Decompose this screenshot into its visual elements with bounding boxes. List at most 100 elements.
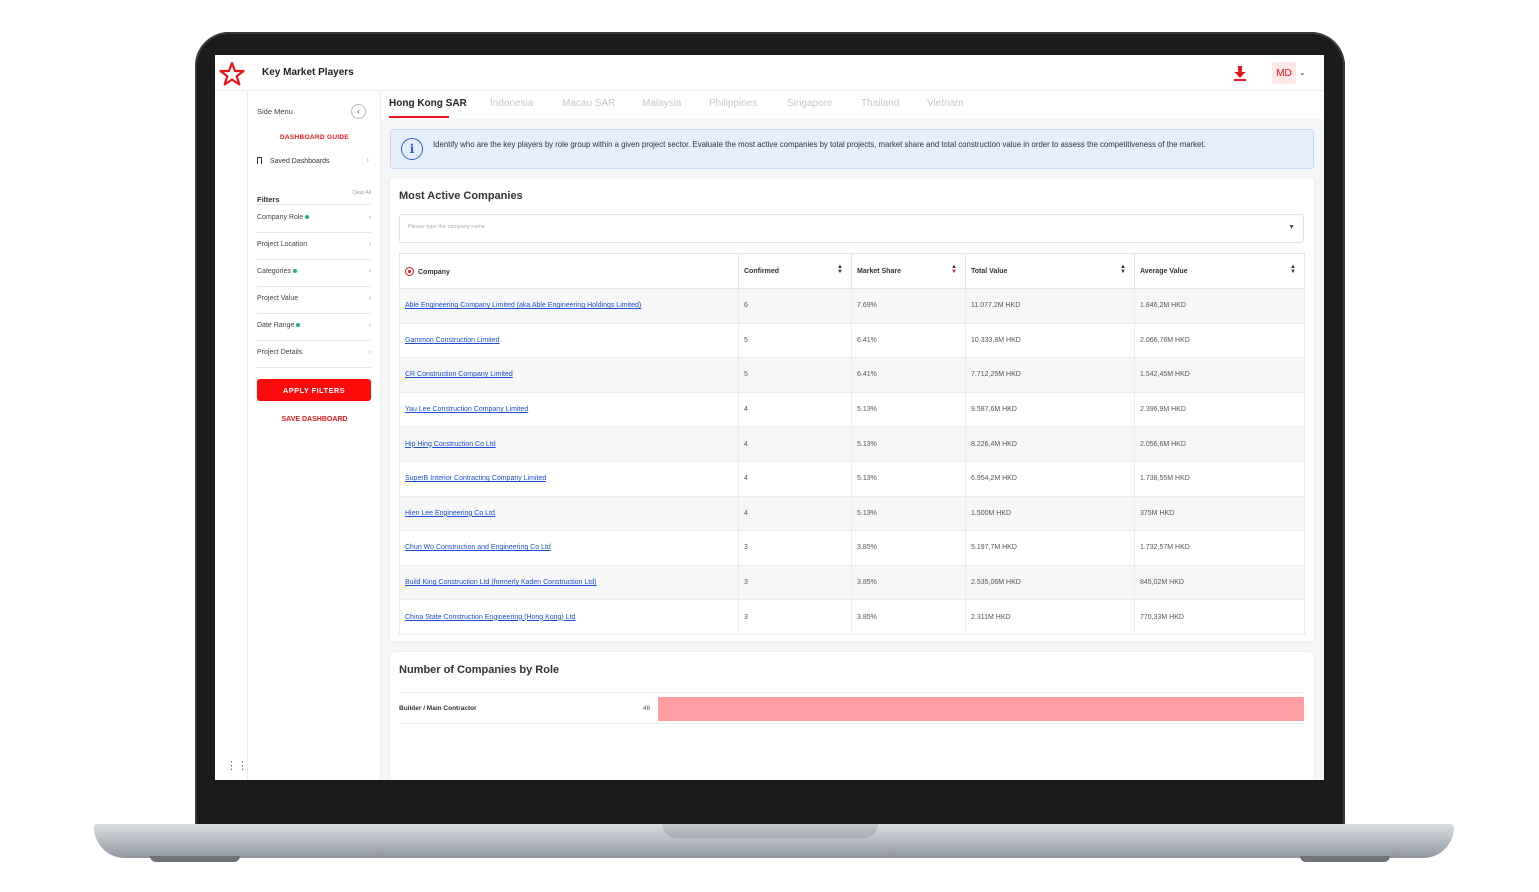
column-market-share[interactable]: Market Share ▲ ▼ <box>851 253 966 289</box>
filter-project-value[interactable]: Project Value › <box>257 287 371 314</box>
tab-vietnam[interactable]: Vietnam <box>927 98 964 109</box>
filter-company-role[interactable]: Company Role › <box>257 206 371 233</box>
tab-philippines[interactable]: Philippines <box>709 98 757 109</box>
filter-label: Categories <box>257 268 291 275</box>
collapse-chevron-left-icon[interactable]: ‹ <box>351 104 366 119</box>
table-cell: 3 <box>738 599 852 635</box>
company-search-input[interactable] <box>408 224 1268 230</box>
active-tab-indicator <box>389 116 449 118</box>
saved-dashboards-label: Saved Dashboards <box>270 158 330 165</box>
table-row: CR Construction Company Limited 5 6.41% 7.7… <box>399 357 1305 393</box>
country-tabs: Hong Kong SAR Indonesia Macau SAR Malays… <box>381 91 1324 119</box>
table-row: Chun Wo Construction and Engineering Co … <box>399 530 1305 566</box>
table-cell: 2.056,6M HKD <box>1134 426 1305 462</box>
company-link[interactable]: Hien Lee Engineering Co Ltd <box>405 510 495 517</box>
tab-indonesia[interactable]: Indonesia <box>490 98 533 109</box>
filters-header: Filters Clear All <box>257 189 371 205</box>
chevron-right-icon: › <box>368 268 371 275</box>
laptop-foot-left <box>150 856 240 862</box>
sort-icon[interactable]: ▲ ▼ <box>1120 264 1126 275</box>
top-bar: Key Market Players MD ⌄ <box>215 55 1324 91</box>
sort-icon[interactable]: ▲ ▼ <box>1290 264 1296 275</box>
main-content: Hong Kong SAR Indonesia Macau SAR Malays… <box>381 91 1324 780</box>
tab-hong-kong-sar[interactable]: Hong Kong SAR <box>389 98 467 109</box>
table-cell: 3.85% <box>851 530 966 566</box>
filter-label: Company Role <box>257 214 304 221</box>
table-cell: 1.738,55M HKD <box>1134 460 1305 497</box>
company-search-select[interactable]: ▼ <box>399 214 1304 243</box>
table-cell: 1.846,2M HKD <box>1134 288 1305 324</box>
table-cell: 4 <box>738 391 852 428</box>
table-cell: Gammon Construction Limited <box>399 322 739 359</box>
sort-icon[interactable]: ▲ ▼ <box>837 264 843 275</box>
table-cell: 375M HKD <box>1134 495 1305 532</box>
column-confirmed[interactable]: Confirmed ▲ ▼ <box>738 253 852 289</box>
company-link[interactable]: Gammon Construction Limited <box>405 337 500 344</box>
table-cell: 5 <box>738 322 852 359</box>
dashboard-guide-link[interactable]: DASHBOARD GUIDE <box>248 134 381 141</box>
sort-icon[interactable]: ▲ ▼ <box>951 264 957 275</box>
star-logo-icon[interactable] <box>219 61 245 87</box>
apply-filters-button[interactable]: APPLY FILTERS <box>257 379 371 401</box>
chevron-right-icon: › <box>368 295 371 302</box>
table-row: SuperB Interior Contracting Company Limi… <box>399 460 1305 497</box>
table-cell: 4 <box>738 426 852 462</box>
column-average-value-label: Average Value <box>1140 267 1188 275</box>
table-cell: Chun Wo Construction and Engineering Co … <box>399 530 739 566</box>
laptop-notch <box>662 824 878 838</box>
info-text: Identify who are the key players by role… <box>433 140 1206 149</box>
company-link[interactable]: SuperB Interior Contracting Company Limi… <box>405 475 546 482</box>
filters-label: Filters <box>257 195 280 204</box>
save-dashboard-button[interactable]: SAVE DASHBOARD <box>248 416 381 423</box>
table-cell: 6.954,2M HKD <box>965 460 1135 497</box>
table-cell: 3 <box>738 564 852 601</box>
company-link[interactable]: Build King Construction Ltd (formerly Ka… <box>405 579 596 586</box>
column-company[interactable]: Company <box>399 253 739 289</box>
table-cell: 11.077,2M HKD <box>965 288 1135 324</box>
column-average-value[interactable]: Average Value ▲ ▼ <box>1134 253 1305 289</box>
table-cell: 770,33M HKD <box>1134 599 1305 635</box>
app-screen: Key Market Players MD ⌄ ⋮⋮⋮ Side Menu ‹ … <box>215 55 1324 780</box>
tab-malaysia[interactable]: Malaysia <box>642 98 681 109</box>
table-cell: Hip Hing Construction Co Ltd <box>399 426 739 462</box>
filter-date-range[interactable]: Date Range › <box>257 314 371 341</box>
table-row: China State Construction Engineering (Ho… <box>399 599 1305 635</box>
table-cell: China State Construction Engineering (Ho… <box>399 599 739 635</box>
side-menu-title: Side Menu <box>257 107 293 116</box>
table-cell: 6.41% <box>851 357 966 393</box>
most-active-title: Most Active Companies <box>399 190 523 202</box>
filter-project-location[interactable]: Project Location › <box>257 233 371 260</box>
table-cell: 8.226,4M HKD <box>965 426 1135 462</box>
filter-categories[interactable]: Categories › <box>257 260 371 287</box>
avatar[interactable]: MD <box>1272 62 1296 84</box>
tab-macau-sar[interactable]: Macau SAR <box>562 98 615 109</box>
table-cell: 3 <box>738 530 852 566</box>
tab-thailand[interactable]: Thailand <box>861 98 899 109</box>
company-link[interactable]: Hip Hing Construction Co Ltd <box>405 441 496 448</box>
chevron-right-icon: › <box>368 349 371 356</box>
company-link[interactable]: CR Construction Company Limited <box>405 371 513 378</box>
clear-all-button[interactable]: Clear All <box>352 190 371 196</box>
active-filter-dot <box>293 269 297 273</box>
filter-label: Project Value <box>257 295 299 302</box>
filter-project-details[interactable]: Project Details › <box>257 341 371 368</box>
table-cell: SuperB Interior Contracting Company Limi… <box>399 460 739 497</box>
table-row: Able Engineering Company Limited (aka Ab… <box>399 288 1305 324</box>
company-link[interactable]: Yau Lee Construction Company Limited <box>405 406 528 413</box>
table-cell: 10.333,8M HKD <box>965 322 1135 359</box>
companies-table: Company Confirmed ▲ ▼ Market Share ▲ ▼ Total… <box>399 253 1305 635</box>
table-cell: 3.85% <box>851 564 966 601</box>
table-cell: Build King Construction Ltd (formerly Ka… <box>399 564 739 601</box>
download-icon[interactable] <box>1233 65 1247 81</box>
saved-dashboards-item[interactable]: Saved Dashboards › <box>257 157 369 165</box>
chevron-down-icon[interactable]: ⌄ <box>1299 68 1306 77</box>
role-bar[interactable] <box>658 697 1304 721</box>
company-link[interactable]: Chun Wo Construction and Engineering Co … <box>405 544 551 551</box>
table-cell: 5.13% <box>851 460 966 497</box>
company-link[interactable]: China State Construction Engineering (Ho… <box>405 614 575 621</box>
dropdown-caret-icon[interactable]: ▼ <box>1288 224 1295 231</box>
company-link[interactable]: Able Engineering Company Limited (aka Ab… <box>405 302 641 309</box>
table-row: Yau Lee Construction Company Limited 4 5.1… <box>399 391 1305 428</box>
tab-singapore[interactable]: Singapore <box>787 98 833 109</box>
column-total-value[interactable]: Total Value ▲ ▼ <box>965 253 1135 289</box>
